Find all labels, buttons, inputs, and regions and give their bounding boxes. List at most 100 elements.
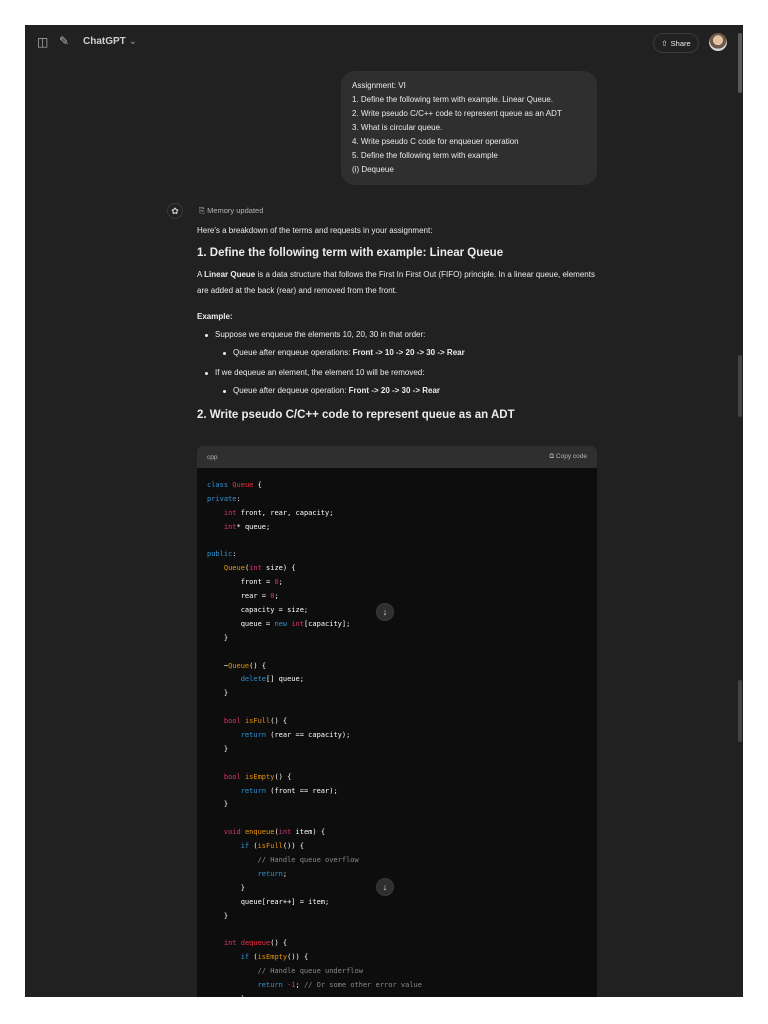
scrollbar[interactable] bbox=[738, 25, 743, 997]
code-token: () { bbox=[274, 772, 292, 781]
code-token: } bbox=[207, 800, 229, 809]
code-line: private: bbox=[207, 493, 587, 507]
code-block: cpp ⧉ Copy code class Queue {private: in… bbox=[197, 446, 597, 997]
code-line: // Handle queue underflow bbox=[207, 965, 587, 979]
code-token: [capacity]; bbox=[303, 619, 351, 628]
code-token: class bbox=[207, 481, 233, 489]
code-line: } bbox=[207, 743, 587, 757]
code-line: class Queue { bbox=[207, 479, 587, 493]
code-line: return (front == rear); bbox=[207, 785, 587, 799]
code-token: * queue; bbox=[236, 522, 271, 531]
code-token: } bbox=[207, 633, 229, 642]
code-token: rear = bbox=[207, 592, 271, 601]
code-token: return bbox=[240, 786, 267, 795]
code-token: front, rear, capacity; bbox=[236, 508, 334, 517]
model-selector[interactable]: ChatGPT ⌄ bbox=[83, 36, 137, 47]
code-line: Queue(int size) { bbox=[207, 562, 587, 576]
code-token: int bbox=[291, 619, 304, 628]
code-token: int bbox=[223, 939, 237, 948]
code-line: int dequeue() { bbox=[207, 937, 587, 951]
avatar[interactable] bbox=[709, 33, 727, 51]
user-message-line: (i) Dequeue bbox=[352, 165, 394, 174]
list-item: Suppose we enqueue the elements 10, 20, … bbox=[205, 327, 597, 361]
code-token: [] queue; bbox=[266, 675, 304, 684]
code-token: isFull bbox=[244, 717, 271, 726]
code-token: : bbox=[232, 550, 237, 559]
code-header: cpp ⧉ Copy code bbox=[197, 446, 597, 468]
code-token: // Handle queue overflow bbox=[257, 856, 359, 865]
bold-term: Linear Queue bbox=[204, 270, 256, 279]
new-chat-icon[interactable]: ✎ bbox=[59, 34, 69, 48]
user-message-line: 2. Write pseudo C/C++ code to represent … bbox=[352, 109, 562, 118]
code-line: int front, rear, capacity; bbox=[207, 507, 587, 521]
code-token: isEmpty bbox=[257, 953, 288, 962]
code-token: enqueue bbox=[244, 828, 275, 837]
code-token: ; bbox=[274, 592, 279, 601]
code-line: return (rear == capacity); bbox=[207, 729, 587, 743]
code-token: delete bbox=[240, 675, 267, 684]
code-token: { bbox=[253, 481, 262, 489]
code-token: queue[rear++] = item; bbox=[207, 897, 330, 906]
code-token: (front == rear); bbox=[266, 786, 338, 795]
code-token: item) { bbox=[291, 828, 326, 837]
code-token: -1 bbox=[287, 981, 296, 990]
code-token: } bbox=[207, 689, 229, 698]
memory-updated-badge[interactable]: ⎘ Memory updated bbox=[199, 206, 263, 216]
memory-label: Memory updated bbox=[207, 206, 264, 215]
code-line: // Handle queue overflow bbox=[207, 854, 587, 868]
code-token: Queue bbox=[232, 481, 254, 489]
code-line: public: bbox=[207, 548, 587, 562]
code-token: dequeue bbox=[240, 939, 271, 948]
user-message: Assignment: VI 1. Define the following te… bbox=[341, 71, 597, 185]
code-token: if bbox=[240, 953, 250, 962]
code-token: Queue bbox=[228, 661, 250, 670]
scroll-down-button[interactable]: ↓ bbox=[376, 603, 394, 621]
chat-window: ◫ ✎ ChatGPT ⌄ ⇧ Share Assignment: VI 1. De… bbox=[25, 25, 743, 997]
scrollbar-thumb[interactable] bbox=[738, 33, 742, 93]
code-token: isFull bbox=[257, 842, 283, 851]
code-token: queue = bbox=[207, 619, 275, 628]
sidebar-toggle-icon[interactable]: ◫ bbox=[37, 35, 48, 49]
share-button[interactable]: ⇧ Share bbox=[653, 33, 699, 53]
code-line: } bbox=[207, 910, 587, 924]
user-message-line: 1. Define the following term with exampl… bbox=[352, 95, 553, 104]
list-bold: Front -> 20 -> 30 -> Rear bbox=[348, 386, 441, 395]
code-token: int bbox=[249, 564, 262, 573]
code-line: if (isFull()) { bbox=[207, 840, 587, 854]
code-token: public bbox=[207, 550, 233, 559]
code-token: : bbox=[236, 494, 241, 503]
code-token: // Or some other error value bbox=[303, 981, 422, 990]
code-line: queue[rear++] = item; bbox=[207, 896, 587, 910]
code-token: } bbox=[207, 744, 229, 753]
code-content: class Queue {private: int front, rear, c… bbox=[197, 468, 597, 997]
user-message-line: 4. Write pseudo C code for enqueuer oper… bbox=[352, 137, 519, 146]
copy-code-button[interactable]: ⧉ Copy code bbox=[549, 453, 587, 461]
code-token: ; bbox=[295, 981, 304, 990]
user-message-line: Assignment: VI bbox=[352, 81, 406, 90]
code-token: new bbox=[274, 619, 288, 628]
code-token: } bbox=[207, 995, 245, 997]
scroll-down-button[interactable]: ↓ bbox=[376, 878, 394, 896]
code-line: front = 0; bbox=[207, 576, 587, 590]
code-token: size) { bbox=[261, 564, 296, 573]
code-token: private bbox=[207, 494, 237, 503]
code-token: int bbox=[223, 508, 237, 517]
code-token: ; bbox=[282, 869, 288, 878]
code-token: () { bbox=[270, 939, 288, 948]
list-text: Suppose we enqueue the elements 10, 20, … bbox=[215, 330, 426, 339]
code-line: bool isEmpty() { bbox=[207, 771, 587, 785]
memory-icon: ⎘ bbox=[199, 206, 205, 215]
code-token: isEmpty bbox=[244, 772, 275, 781]
